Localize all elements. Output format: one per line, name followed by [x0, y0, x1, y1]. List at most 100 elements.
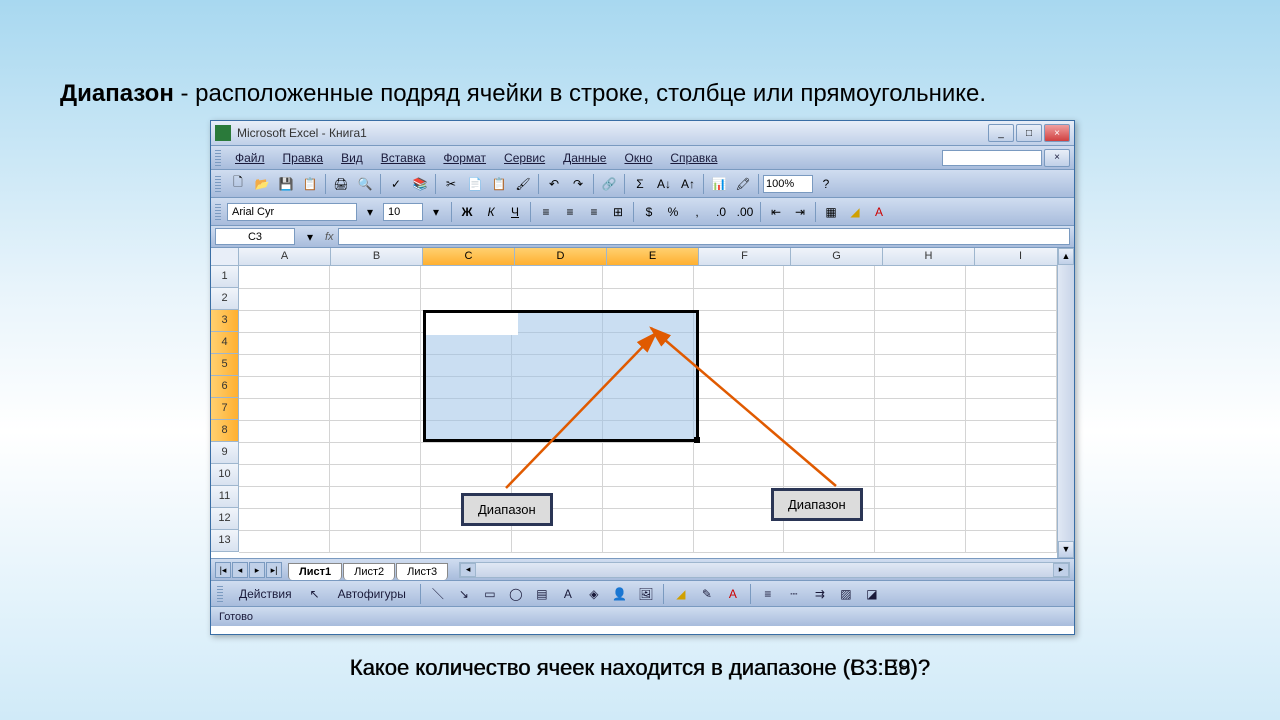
- menu-format[interactable]: Формат: [435, 149, 494, 167]
- cell[interactable]: [875, 288, 966, 310]
- cell[interactable]: [602, 508, 693, 530]
- cell[interactable]: [421, 288, 512, 310]
- cell[interactable]: [602, 332, 693, 354]
- sheet-tab-2[interactable]: Лист2: [343, 563, 395, 580]
- spreadsheet-grid[interactable]: ABCDEFGHI 12345678910111213 ▲ ▼ Диапазон: [211, 248, 1074, 558]
- menu-window[interactable]: Окно: [616, 149, 660, 167]
- preview-icon[interactable]: 🔍: [354, 173, 376, 195]
- cell[interactable]: [784, 530, 875, 552]
- cell[interactable]: [330, 508, 421, 530]
- scroll-up-icon[interactable]: ▲: [1058, 248, 1074, 265]
- column-header[interactable]: H: [883, 248, 975, 266]
- select-icon[interactable]: ↖: [304, 583, 326, 605]
- cell[interactable]: [421, 310, 512, 332]
- cell[interactable]: [330, 398, 421, 420]
- cell[interactable]: [511, 310, 602, 332]
- cell[interactable]: [966, 310, 1057, 332]
- cell[interactable]: [602, 288, 693, 310]
- cell[interactable]: [421, 442, 512, 464]
- cell[interactable]: [784, 354, 875, 376]
- draw-actions-menu[interactable]: Действия: [231, 585, 300, 603]
- hyperlink-icon[interactable]: 🔗: [598, 173, 620, 195]
- cell[interactable]: [421, 266, 512, 288]
- cell[interactable]: [602, 354, 693, 376]
- cell[interactable]: [693, 530, 784, 552]
- cell[interactable]: [966, 266, 1057, 288]
- cell[interactable]: [421, 398, 512, 420]
- help-search-box[interactable]: [942, 150, 1042, 166]
- borders-icon[interactable]: ▦: [820, 201, 842, 223]
- cell[interactable]: [602, 310, 693, 332]
- row-header[interactable]: 3: [211, 310, 239, 332]
- cell[interactable]: [239, 288, 330, 310]
- grip-icon[interactable]: [215, 150, 221, 166]
- cell[interactable]: [511, 464, 602, 486]
- cell[interactable]: [693, 266, 784, 288]
- cell[interactable]: [875, 420, 966, 442]
- menu-tools[interactable]: Сервис: [496, 149, 553, 167]
- clipart-icon[interactable]: 👤: [609, 583, 631, 605]
- grip-icon[interactable]: [215, 176, 221, 192]
- cell[interactable]: [875, 310, 966, 332]
- column-header[interactable]: F: [699, 248, 791, 266]
- drawing-icon[interactable]: 🖍: [732, 173, 754, 195]
- fx-icon[interactable]: fx: [325, 231, 334, 243]
- column-header[interactable]: C: [423, 248, 515, 266]
- menu-view[interactable]: Вид: [333, 149, 371, 167]
- cell[interactable]: [511, 332, 602, 354]
- cell[interactable]: [875, 332, 966, 354]
- copy-icon[interactable]: 📄: [464, 173, 486, 195]
- currency-icon[interactable]: $: [638, 201, 660, 223]
- row-header[interactable]: 12: [211, 508, 239, 530]
- zoom-dropdown[interactable]: 100%: [763, 175, 813, 193]
- dropdown-icon[interactable]: ▾: [359, 201, 381, 223]
- italic-button[interactable]: К: [480, 201, 502, 223]
- cell[interactable]: [602, 420, 693, 442]
- comma-icon[interactable]: ,: [686, 201, 708, 223]
- tab-last-icon[interactable]: ▸|: [266, 562, 282, 578]
- row-header[interactable]: 1: [211, 266, 239, 288]
- cell[interactable]: [966, 464, 1057, 486]
- menu-help[interactable]: Справка: [662, 149, 725, 167]
- cell[interactable]: [421, 376, 512, 398]
- cell[interactable]: [421, 530, 512, 552]
- cell[interactable]: [330, 464, 421, 486]
- row-header[interactable]: 8: [211, 420, 239, 442]
- cell[interactable]: [602, 530, 693, 552]
- cell[interactable]: [693, 332, 784, 354]
- cell[interactable]: [693, 288, 784, 310]
- column-header[interactable]: D: [515, 248, 607, 266]
- cell[interactable]: [602, 376, 693, 398]
- cell[interactable]: [421, 464, 512, 486]
- vertical-scrollbar[interactable]: ▲ ▼: [1057, 248, 1074, 558]
- cell[interactable]: [330, 442, 421, 464]
- cell[interactable]: [330, 288, 421, 310]
- cell[interactable]: [784, 420, 875, 442]
- textbox-icon[interactable]: ▤: [531, 583, 553, 605]
- sheet-tab-3[interactable]: Лист3: [396, 563, 448, 580]
- cell[interactable]: [330, 332, 421, 354]
- tab-next-icon[interactable]: ▸: [249, 562, 265, 578]
- cell[interactable]: [239, 464, 330, 486]
- increase-indent-icon[interactable]: ⇥: [789, 201, 811, 223]
- cell[interactable]: [875, 464, 966, 486]
- row-header[interactable]: 7: [211, 398, 239, 420]
- save-icon[interactable]: 💾: [275, 173, 297, 195]
- grip-icon[interactable]: [215, 204, 221, 220]
- rectangle-icon[interactable]: ▭: [479, 583, 501, 605]
- cell[interactable]: [966, 376, 1057, 398]
- scroll-left-icon[interactable]: ◂: [460, 563, 476, 577]
- cell[interactable]: [421, 420, 512, 442]
- align-left-icon[interactable]: ≡: [535, 201, 557, 223]
- arrow-style-icon[interactable]: ⇉: [809, 583, 831, 605]
- cell[interactable]: [966, 332, 1057, 354]
- cell[interactable]: [966, 508, 1057, 530]
- open-icon[interactable]: 📂: [251, 173, 273, 195]
- column-header[interactable]: A: [239, 248, 331, 266]
- name-box[interactable]: C3: [215, 228, 295, 245]
- cell[interactable]: [330, 486, 421, 508]
- column-header[interactable]: I: [975, 248, 1067, 266]
- cut-icon[interactable]: ✂: [440, 173, 462, 195]
- fill-color-icon[interactable]: ◢: [670, 583, 692, 605]
- row-header[interactable]: 9: [211, 442, 239, 464]
